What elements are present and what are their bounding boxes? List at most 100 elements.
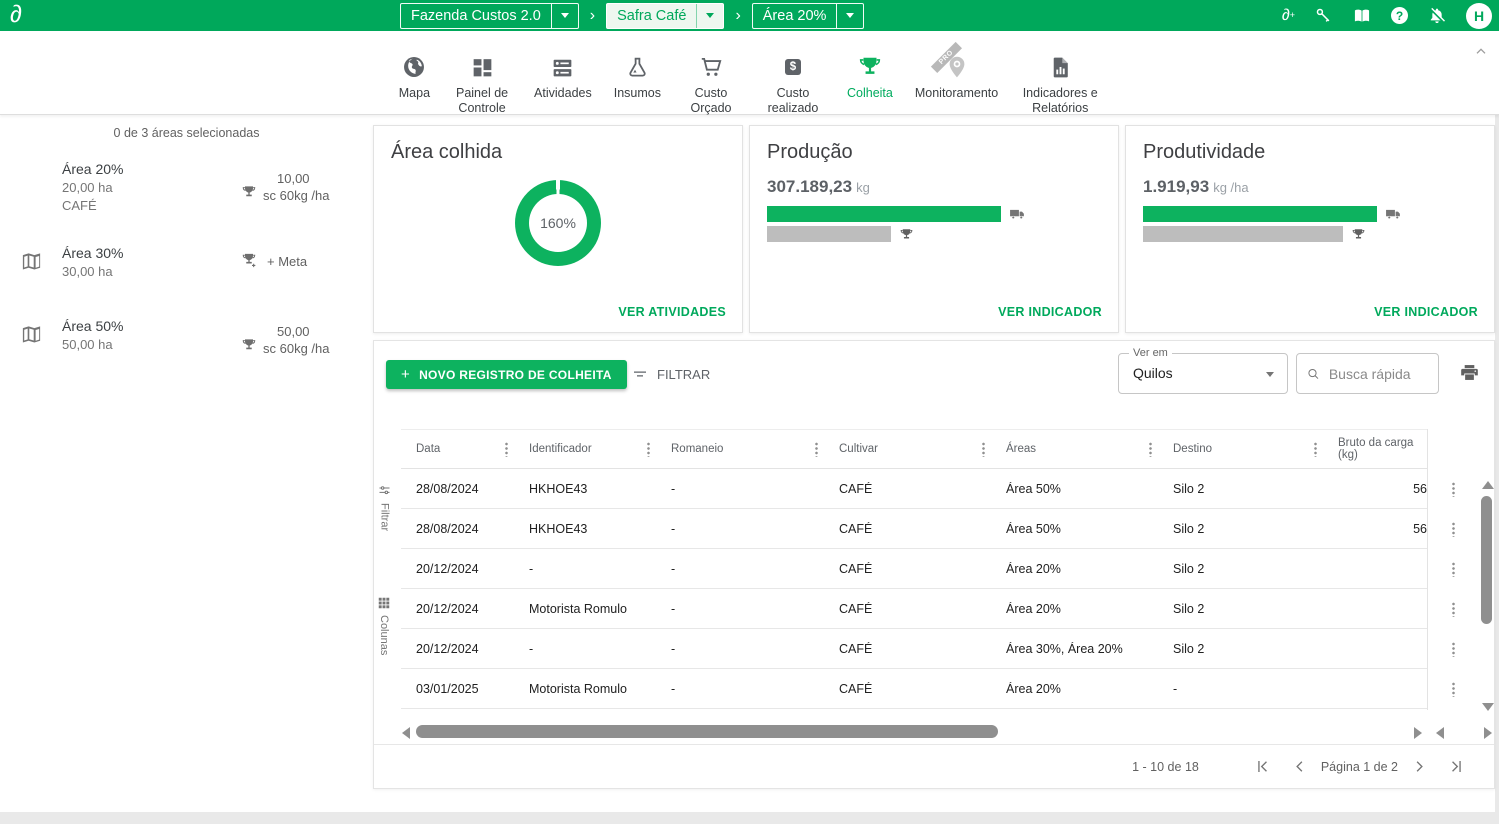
row-menu-icon[interactable] xyxy=(1452,602,1455,617)
scroll-left-arrow[interactable] xyxy=(402,727,410,739)
area-selector-dropdown[interactable] xyxy=(836,4,863,28)
brand-logo-icon: ∂ xyxy=(10,1,22,29)
cell-romaneio: - xyxy=(656,482,824,496)
cell-cultivar: CAFÉ xyxy=(824,522,991,536)
previous-page-icon[interactable] xyxy=(1290,757,1309,776)
column-menu-icon[interactable] xyxy=(1314,442,1317,457)
nav-item-mapa[interactable]: Mapa xyxy=(388,52,441,101)
cell-destino: Silo 2 xyxy=(1158,642,1323,656)
new-harvest-record-button[interactable]: + NOVO REGISTRO DE COLHEITA xyxy=(386,360,627,389)
main-content: 0 de 3 áreas selecionadas Área 20% 20,00… xyxy=(0,115,1495,812)
rail-tab-filtrar[interactable]: Filtrar xyxy=(377,483,392,531)
row-menu-icon[interactable] xyxy=(1452,642,1455,657)
scroll-right-arrow[interactable] xyxy=(1414,727,1422,739)
farm-selector[interactable]: Fazenda Custos 2.0 xyxy=(400,3,579,29)
filter-button[interactable]: FILTRAR xyxy=(631,365,710,383)
column-menu-icon[interactable] xyxy=(505,442,508,457)
area-goal-add[interactable]: + Meta xyxy=(241,252,307,271)
key-icon[interactable] xyxy=(1314,6,1333,25)
cell-data: 03/01/2025 xyxy=(401,682,514,696)
help-icon[interactable]: ? xyxy=(1391,7,1408,24)
season-selector[interactable]: Safra Café xyxy=(606,3,724,29)
area-list-item[interactable]: Área 50% 50,00 ha 50,00 sc 60kg /ha xyxy=(0,318,373,352)
pinned-scroll-right-arrow[interactable] xyxy=(1484,727,1492,739)
next-page-icon[interactable] xyxy=(1410,757,1429,776)
ver-indicador-link[interactable]: VER INDICADOR xyxy=(1374,305,1478,319)
area-list-item[interactable]: Área 30% 30,00 ha + Meta xyxy=(0,245,373,279)
table-row[interactable]: 20/12/2024 - - CAFÉ Área 30%, Área 20% S… xyxy=(401,629,1427,669)
nav-label: Painel de Controle xyxy=(452,86,512,116)
nav-item-insumos[interactable]: Insumos xyxy=(603,52,672,101)
notifications-off-icon[interactable] xyxy=(1427,6,1447,26)
column-menu-icon[interactable] xyxy=(982,442,985,457)
cell-destino: Silo 2 xyxy=(1158,602,1323,616)
table-row[interactable]: 20/12/2024 - - CAFÉ Área 20% Silo 2 xyxy=(401,549,1427,589)
farm-selector-dropdown[interactable] xyxy=(551,4,578,28)
scroll-down-arrow[interactable] xyxy=(1482,703,1494,711)
trophy-icon xyxy=(857,52,883,82)
rail-tab-colunas[interactable]: Colunas xyxy=(377,596,391,655)
area-selector[interactable]: Área 20% xyxy=(752,3,865,29)
ver-indicador-link[interactable]: VER INDICADOR xyxy=(998,305,1102,319)
nav-item-colheita[interactable]: Colheita xyxy=(836,52,904,101)
cell-romaneio: - xyxy=(656,602,824,616)
pagination: 1 - 10 de 18 Página 1 de 2 xyxy=(374,744,1494,788)
nav-label: Custo Orçado xyxy=(683,86,739,116)
column-menu-icon[interactable] xyxy=(1149,442,1152,457)
monitoring-pin-icon: PRO xyxy=(944,52,970,82)
column-menu-icon[interactable] xyxy=(647,442,650,457)
goal-value: 50,00 xyxy=(263,324,330,339)
nav-item-indicadores-relatorios[interactable]: Indicadores e Relatórios xyxy=(1009,52,1111,116)
row-menu-icon[interactable] xyxy=(1452,682,1455,697)
table-row[interactable]: 03/01/2025 Motorista Romulo - CAFÉ Área … xyxy=(401,669,1427,709)
breadcrumb: Fazenda Custos 2.0 › Safra Café › Área 2… xyxy=(400,2,864,29)
column-header-romaneio: Romaneio xyxy=(656,430,824,468)
truck-icon xyxy=(1009,206,1026,223)
horizontal-scrollbar-track[interactable] xyxy=(416,725,1409,738)
row-menu-icon[interactable] xyxy=(1452,562,1455,577)
first-page-icon[interactable] xyxy=(1253,757,1272,776)
view-unit-value: Quilos xyxy=(1133,365,1173,381)
nav-items: Mapa Painel de Controle Atividades Insum… xyxy=(0,52,1499,116)
row-menu-icon[interactable] xyxy=(1452,522,1455,537)
area-list-item[interactable]: Área 20% 20,00 ha CAFÉ 10,00 sc 60kg /ha xyxy=(0,161,373,213)
cell-areas: Área 20% xyxy=(991,682,1158,696)
view-unit-select[interactable]: Ver em Quilos xyxy=(1118,353,1288,394)
cell-cultivar: CAFÉ xyxy=(824,602,991,616)
nav-item-painel-de-controle[interactable]: Painel de Controle xyxy=(441,52,523,116)
season-selector-dropdown[interactable] xyxy=(696,4,723,28)
table-row[interactable]: 28/08/2024 HKHOE43 - CAFÉ Área 50% Silo … xyxy=(401,469,1427,509)
horizontal-scrollbar-thumb[interactable] xyxy=(416,725,998,738)
breadcrumb-separator: › xyxy=(735,7,740,25)
book-icon[interactable] xyxy=(1352,6,1372,26)
column-menu-icon[interactable] xyxy=(815,442,818,457)
search-input[interactable] xyxy=(1327,365,1429,383)
cell-data: 20/12/2024 xyxy=(401,602,514,616)
nav-item-custo-orcado[interactable]: Custo Orçado xyxy=(672,52,750,116)
last-page-icon[interactable] xyxy=(1447,757,1466,776)
scroll-up-arrow[interactable] xyxy=(1482,481,1494,489)
pagination-range: 1 - 10 de 18 xyxy=(1132,760,1199,774)
print-icon[interactable] xyxy=(1459,362,1480,388)
vertical-scrollbar-thumb[interactable] xyxy=(1481,496,1492,624)
nav-item-custo-realizado[interactable]: $ Custo realizado xyxy=(750,52,836,116)
cell-romaneio: - xyxy=(656,642,824,656)
table-row[interactable]: 28/08/2024 HKHOE43 - CAFÉ Área 50% Silo … xyxy=(401,509,1427,549)
nav-label: Monitoramento xyxy=(915,86,998,101)
ver-atividades-link[interactable]: VER ATIVIDADES xyxy=(618,305,726,319)
referral-icon[interactable]: ∂+ xyxy=(1282,8,1295,24)
card-title: Produção xyxy=(767,141,1101,164)
pinned-scroll-left-arrow[interactable] xyxy=(1436,727,1444,739)
cell-bruto: 56 xyxy=(1323,522,1427,536)
farm-selector-label: Fazenda Custos 2.0 xyxy=(401,4,551,28)
row-menu-icon[interactable] xyxy=(1452,482,1455,497)
search-icon xyxy=(1306,365,1321,383)
nav-item-atividades[interactable]: Atividades xyxy=(523,52,603,101)
harvested-donut-chart: 160% xyxy=(515,180,601,266)
collapse-nav-chevron-up-icon[interactable] xyxy=(1473,44,1489,65)
avatar[interactable]: H xyxy=(1466,3,1492,29)
areas-selection-summary: 0 de 3 áreas selecionadas xyxy=(0,126,373,140)
column-header-destino: Destino xyxy=(1158,430,1323,468)
nav-item-monitoramento[interactable]: PRO Monitoramento xyxy=(904,52,1009,101)
table-row[interactable]: 20/12/2024 Motorista Romulo - CAFÉ Área … xyxy=(401,589,1427,629)
